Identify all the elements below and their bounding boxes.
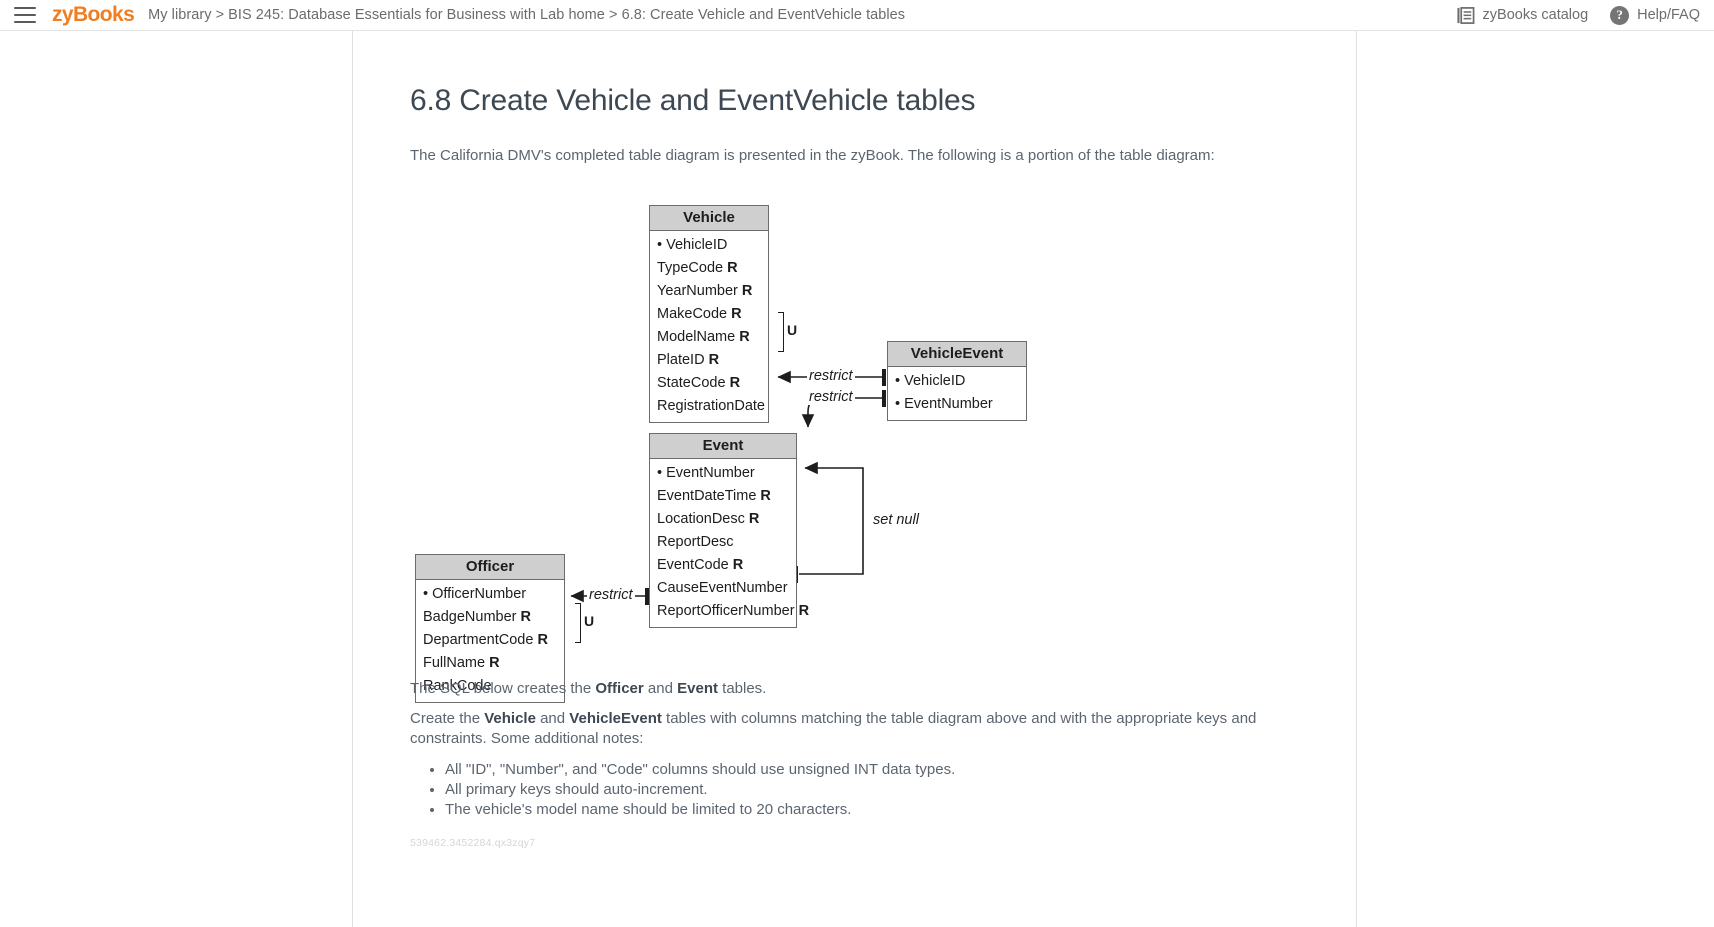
field-row: TypeCode R [657, 260, 738, 276]
sql-para-event: Event [677, 680, 718, 697]
field-row: EventCode R [657, 557, 744, 573]
zybooks-logo[interactable]: zyBooks [52, 3, 135, 27]
relationship-label-restrict-event: restrict [807, 389, 855, 405]
relationship-label-restrict-officer: restrict [587, 587, 635, 603]
question-mark-icon: ? [1610, 5, 1630, 25]
hamburger-bar [14, 7, 36, 9]
relationship-label-set-null: set null [871, 512, 921, 528]
page-background: 6.8 Create Vehicle and EventVehicle tabl… [0, 31, 1714, 927]
zybooks-catalog-label: zyBooks catalog [1482, 7, 1589, 23]
sql-paragraph: The SQL below creates the Officer and Ev… [410, 679, 1310, 699]
list-item: All "ID", "Number", and "Code" columns s… [445, 760, 955, 780]
create-para-vehicle: Vehicle [484, 710, 536, 727]
field-row: StateCode R [657, 375, 741, 391]
sql-para-prefix: The SQL below creates the [410, 680, 596, 697]
sql-para-suffix: tables. [717, 680, 767, 697]
field-row: ReportOfficerNumber R [657, 603, 810, 619]
field-row: LocationDesc R [657, 511, 760, 527]
hamburger-bar [14, 14, 36, 16]
table-diagram: restrict restrict set null restrict Vehi… [353, 169, 1358, 703]
additional-notes-list: All "ID", "Number", and "Code" columns s… [415, 760, 955, 820]
entity-table-officer-title: Officer [416, 555, 564, 580]
book-catalog-icon [1456, 6, 1474, 24]
field-row: EventNumber [650, 462, 796, 485]
help-faq-button[interactable]: ? Help/FAQ [1610, 5, 1700, 25]
list-item: The vehicle's model name should be limit… [445, 800, 955, 820]
content-card: 6.8 Create Vehicle and EventVehicle tabl… [352, 31, 1357, 927]
create-para-prefix: Create the [410, 710, 485, 727]
header-actions: zyBooks catalog ? Help/FAQ [1456, 5, 1700, 25]
entity-table-vehicle-title: Vehicle [650, 206, 768, 231]
field-row: RegistrationDate [657, 398, 765, 414]
breadcrumb[interactable]: My library > BIS 245: Database Essential… [148, 7, 905, 23]
entity-table-event-title: Event [650, 434, 796, 459]
entity-table-vehicleevent-title: VehicleEvent [888, 342, 1026, 367]
field-row: VehicleID [650, 234, 768, 257]
field-row: DepartmentCode R [423, 632, 548, 648]
page-title: 6.8 Create Vehicle and EventVehicle tabl… [410, 84, 976, 117]
field-row: ModelName R [657, 329, 750, 345]
entity-table-event-fields: EventNumber EventDateTime R LocationDesc… [650, 459, 810, 627]
hamburger-menu-icon[interactable] [14, 7, 36, 23]
entity-table-vehicleevent: VehicleEvent VehicleID EventNumber [887, 341, 1027, 421]
entity-table-event: Event EventNumber EventDateTime R Locati… [649, 433, 810, 628]
field-row: YearNumber R [657, 283, 753, 299]
top-header-bar: zyBooks My library > BIS 245: Database E… [0, 0, 1714, 31]
field-row: VehicleID [888, 370, 1026, 393]
unique-brace-vehicle [778, 312, 784, 352]
left-gutter [0, 31, 352, 927]
field-row: FullName R [423, 655, 500, 671]
unique-brace-officer [575, 603, 581, 643]
create-para-mid: and [535, 710, 570, 727]
entity-table-vehicle-fields: VehicleID TypeCode R YearNumber R MakeCo… [650, 231, 768, 422]
field-row: ReportDesc [657, 534, 734, 550]
entity-table-vehicleevent-fields: VehicleID EventNumber [888, 367, 1026, 420]
field-row: PlateID R [657, 352, 720, 368]
field-row: EventDateTime R [657, 488, 771, 504]
field-row: CauseEventNumber [657, 580, 788, 596]
unique-marker-vehicle: U [787, 322, 798, 338]
right-gutter [1357, 31, 1714, 927]
entity-table-vehicle: Vehicle VehicleID TypeCode R YearNumber … [649, 205, 769, 423]
sql-para-mid: and [643, 680, 678, 697]
intro-paragraph: The California DMV's completed table dia… [410, 147, 1215, 164]
zybooks-catalog-button[interactable]: zyBooks catalog [1456, 6, 1589, 25]
list-item: All primary keys should auto-increment. [445, 780, 955, 800]
help-faq-label: Help/FAQ [1637, 7, 1700, 23]
field-row: MakeCode R [657, 306, 742, 322]
field-row: BadgeNumber R [423, 609, 532, 625]
create-paragraph: Create the Vehicle and VehicleEvent tabl… [410, 709, 1300, 749]
create-para-vehicleevent: VehicleEvent [569, 710, 662, 727]
unique-marker-officer: U [584, 613, 595, 629]
relationship-label-restrict-vehicle: restrict [807, 368, 855, 384]
sql-para-officer: Officer [595, 680, 644, 697]
hamburger-bar [14, 21, 36, 23]
field-row: EventNumber [888, 393, 1026, 416]
field-row: OfficerNumber [416, 583, 564, 606]
activity-id-code: 539462.3452284.qx3zqy7 [410, 837, 536, 849]
